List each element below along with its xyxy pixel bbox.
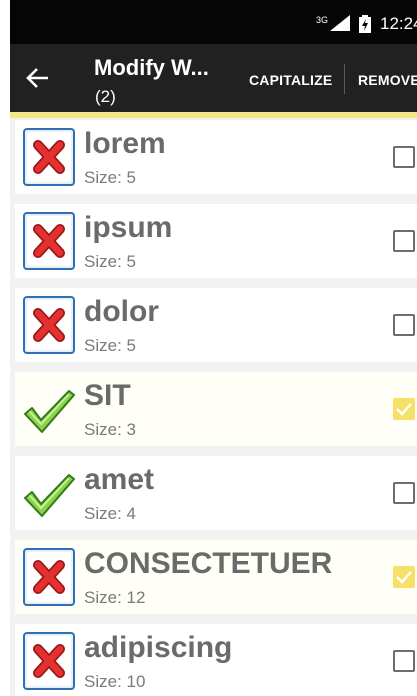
status-bar: 3G 12:24 — [10, 0, 417, 44]
word-text: lorem — [84, 127, 166, 160]
battery-charging-icon — [359, 15, 371, 33]
invalid-cross-icon — [23, 296, 75, 354]
select-checkbox[interactable] — [393, 482, 415, 504]
select-checkbox[interactable] — [393, 314, 415, 336]
toolbar-divider — [344, 64, 345, 94]
word-size: Size: 3 — [84, 420, 136, 439]
word-size: Size: 10 — [84, 672, 146, 691]
select-checkbox[interactable] — [393, 230, 415, 252]
invalid-cross-icon — [23, 212, 75, 270]
page-title: Modify W... — [94, 55, 209, 80]
status-time: 12:24 — [380, 14, 417, 33]
word-card[interactable]: CONSECTETUER Size: 12 — [15, 540, 417, 614]
word-text: amet — [84, 463, 155, 496]
word-text: dolor — [84, 295, 159, 328]
back-arrow-icon[interactable] — [24, 64, 52, 92]
word-text: CONSECTETUER — [84, 547, 333, 580]
word-card[interactable]: amet Size: 4 — [15, 456, 417, 530]
network-signal-icon: 3G — [316, 15, 350, 31]
toolbar: Modify W... (2) CAPITALIZE REMOVE — [10, 44, 417, 112]
word-text: SIT — [84, 379, 131, 412]
svg-text:3G: 3G — [316, 15, 328, 25]
word-card[interactable]: ipsum Size: 5 — [15, 204, 417, 278]
word-card[interactable]: dolor Size: 5 — [15, 288, 417, 362]
invalid-cross-icon — [23, 632, 75, 690]
valid-check-icon — [24, 390, 75, 433]
word-text: ipsum — [84, 211, 173, 244]
capitalize-button[interactable]: CAPITALIZE — [249, 72, 332, 88]
word-size: Size: 5 — [84, 168, 136, 187]
word-card[interactable]: SIT Size: 3 — [15, 372, 417, 446]
checkmark-icon — [396, 403, 412, 416]
word-size: Size: 5 — [84, 336, 136, 355]
checkmark-icon — [396, 571, 412, 584]
selection-count: (2) — [95, 87, 116, 106]
word-text: adipiscing — [84, 631, 233, 664]
select-checkbox[interactable] — [393, 650, 415, 672]
invalid-cross-icon — [23, 128, 75, 186]
word-card[interactable]: adipiscing Size: 10 — [15, 624, 417, 696]
select-checkbox[interactable] — [393, 146, 415, 168]
select-checkbox[interactable] — [393, 566, 415, 588]
select-checkbox[interactable] — [393, 398, 415, 420]
word-card[interactable]: lorem Size: 5 — [15, 120, 417, 194]
word-size: Size: 4 — [84, 504, 136, 523]
valid-check-icon — [24, 474, 75, 517]
invalid-cross-icon — [23, 548, 75, 606]
word-list[interactable]: lorem Size: 5 ipsum Size: 5 dolor Size: … — [10, 118, 417, 696]
word-size: Size: 12 — [84, 588, 146, 607]
remove-button[interactable]: REMOVE — [358, 72, 417, 88]
word-size: Size: 5 — [84, 252, 136, 271]
